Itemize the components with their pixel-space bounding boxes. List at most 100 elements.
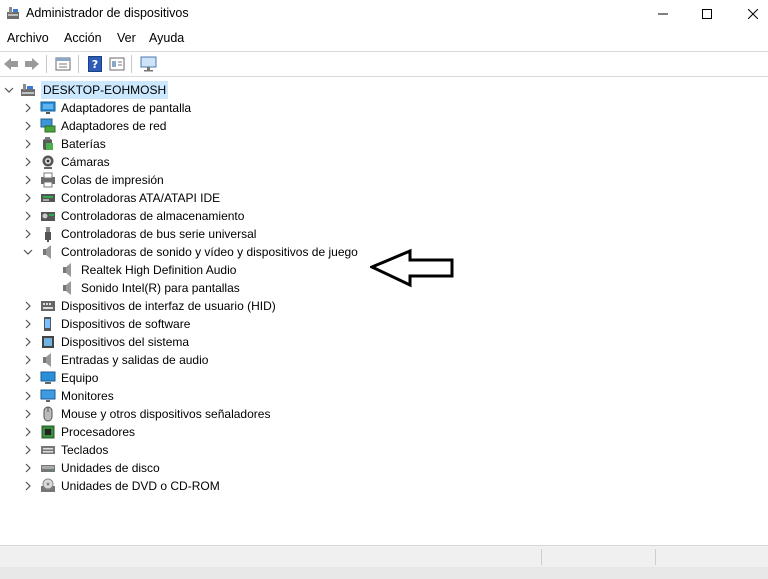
- menu-archivo[interactable]: Archivo: [7, 31, 49, 45]
- tree-category-label: Teclados: [61, 443, 109, 457]
- expand-chevron-icon[interactable]: [23, 373, 33, 383]
- expand-chevron-icon[interactable]: [23, 121, 33, 131]
- properties-button[interactable]: [54, 55, 72, 73]
- tree-category-label: Controladoras de sonido y vídeo y dispos…: [61, 245, 358, 259]
- tree-device[interactable]: Sonido Intel(R) para pantallas: [0, 279, 240, 297]
- computer-icon: [20, 82, 36, 98]
- mouse-icon: [40, 406, 56, 422]
- expand-chevron-icon[interactable]: [23, 409, 33, 419]
- ide-controller-icon: [40, 190, 56, 206]
- status-bar: [0, 545, 768, 568]
- close-icon: [748, 9, 758, 19]
- minimize-button[interactable]: [640, 0, 686, 28]
- speaker-icon: [40, 244, 56, 260]
- tree-category[interactable]: Colas de impresión: [0, 171, 164, 189]
- tree-category-label: Entradas y salidas de audio: [61, 353, 209, 367]
- view-button[interactable]: [108, 55, 126, 73]
- scan-hardware-button[interactable]: [140, 55, 158, 73]
- tree-category[interactable]: Entradas y salidas de audio: [0, 351, 208, 369]
- scan-hardware-icon: [140, 56, 157, 72]
- tree-category[interactable]: Monitores: [0, 387, 114, 405]
- audio-io-icon: [40, 352, 56, 368]
- expand-chevron-icon[interactable]: [23, 175, 33, 185]
- dvd-drive-icon: [40, 478, 56, 494]
- keyboard-icon: [40, 442, 56, 458]
- tree-category[interactable]: Unidades de DVD o CD-ROM: [0, 477, 220, 495]
- back-arrow-icon: [4, 58, 18, 70]
- tree-category[interactable]: Controladoras de sonido y vídeo y dispos…: [0, 243, 358, 261]
- speaker-icon: [60, 280, 76, 296]
- expand-chevron-icon[interactable]: [23, 229, 33, 239]
- expand-chevron-icon[interactable]: [23, 103, 33, 113]
- tree-category[interactable]: Dispositivos del sistema: [0, 333, 189, 351]
- expand-chevron-icon[interactable]: [23, 319, 33, 329]
- status-separator: [541, 549, 542, 565]
- expand-chevron-icon[interactable]: [23, 463, 33, 473]
- tree-category-label: Unidades de disco: [61, 461, 160, 475]
- expand-chevron-icon[interactable]: [23, 337, 33, 347]
- collapse-chevron-icon[interactable]: [4, 85, 14, 95]
- back-button[interactable]: [2, 55, 20, 73]
- tree-category-label: Controladoras de almacenamiento: [61, 209, 245, 223]
- menu-bar: Archivo Acción Ver Ayuda: [0, 28, 768, 50]
- tree-root[interactable]: DESKTOP-EOHMOSH: [0, 81, 169, 99]
- help-button[interactable]: ?: [86, 55, 104, 73]
- view-icon: [109, 57, 125, 71]
- tree-category-label: Equipo: [61, 371, 99, 385]
- expand-chevron-icon[interactable]: [23, 391, 33, 401]
- expand-chevron-icon[interactable]: [23, 211, 33, 221]
- expand-chevron-icon[interactable]: [23, 301, 33, 311]
- camera-icon: [40, 154, 56, 170]
- tree-category[interactable]: Adaptadores de red: [0, 117, 166, 135]
- expand-chevron-icon[interactable]: [23, 355, 33, 365]
- menu-ayuda[interactable]: Ayuda: [149, 31, 184, 45]
- tree-category-label: Unidades de DVD o CD-ROM: [61, 479, 220, 493]
- tree-category[interactable]: Controladoras de bus serie universal: [0, 225, 256, 243]
- forward-arrow-icon: [25, 58, 39, 70]
- processor-icon: [40, 424, 56, 440]
- device-manager-app-icon: [6, 6, 20, 20]
- battery-icon: [40, 136, 56, 152]
- expand-chevron-icon[interactable]: [23, 139, 33, 149]
- tree-category[interactable]: Teclados: [0, 441, 108, 459]
- properties-icon: [55, 57, 71, 71]
- menu-ver[interactable]: Ver: [117, 31, 136, 45]
- tree-device-label: Sonido Intel(R) para pantallas: [81, 281, 240, 295]
- tree-category-label: Baterías: [61, 137, 106, 151]
- printer-icon: [40, 172, 56, 188]
- tree-category-label: Cámaras: [61, 155, 110, 169]
- tree-category-label: Adaptadores de pantalla: [61, 101, 192, 115]
- expand-chevron-icon[interactable]: [23, 427, 33, 437]
- system-device-icon: [40, 334, 56, 350]
- tree-category[interactable]: Cámaras: [0, 153, 110, 171]
- tree-category[interactable]: Mouse y otros dispositivos señaladores: [0, 405, 270, 423]
- tree-category[interactable]: Controladoras ATA/ATAPI IDE: [0, 189, 220, 207]
- expand-chevron-icon[interactable]: [23, 193, 33, 203]
- forward-button[interactable]: [23, 55, 41, 73]
- menu-accion[interactable]: Acción: [64, 31, 102, 45]
- software-device-icon: [40, 316, 56, 332]
- tree-category[interactable]: Procesadores: [0, 423, 135, 441]
- tree-category-label: Mouse y otros dispositivos señaladores: [61, 407, 271, 421]
- tree-category[interactable]: Equipo: [0, 369, 98, 387]
- tree-category[interactable]: Unidades de disco: [0, 459, 160, 477]
- expand-chevron-icon[interactable]: [23, 157, 33, 167]
- tree-category[interactable]: Dispositivos de interfaz de usuario (HID…: [0, 297, 276, 315]
- toolbar-separator: [46, 55, 47, 73]
- tree-category-label: Controladoras ATA/ATAPI IDE: [61, 191, 221, 205]
- expand-chevron-icon[interactable]: [23, 481, 33, 491]
- display-adapter-icon: [40, 100, 56, 116]
- expand-chevron-icon[interactable]: [23, 445, 33, 455]
- maximize-button[interactable]: [684, 0, 730, 28]
- collapse-chevron-icon[interactable]: [23, 247, 33, 257]
- network-adapter-icon: [40, 118, 56, 134]
- tree-category[interactable]: Adaptadores de pantalla: [0, 99, 191, 117]
- close-button[interactable]: [730, 0, 768, 28]
- tree-category[interactable]: Dispositivos de software: [0, 315, 190, 333]
- tree-category[interactable]: Controladoras de almacenamiento: [0, 207, 244, 225]
- tree-category[interactable]: Baterías: [0, 135, 106, 153]
- tree-device[interactable]: Realtek High Definition Audio: [0, 261, 236, 279]
- disk-drive-icon: [40, 460, 56, 476]
- maximize-icon: [702, 9, 712, 19]
- tree-category-label: Procesadores: [61, 425, 136, 439]
